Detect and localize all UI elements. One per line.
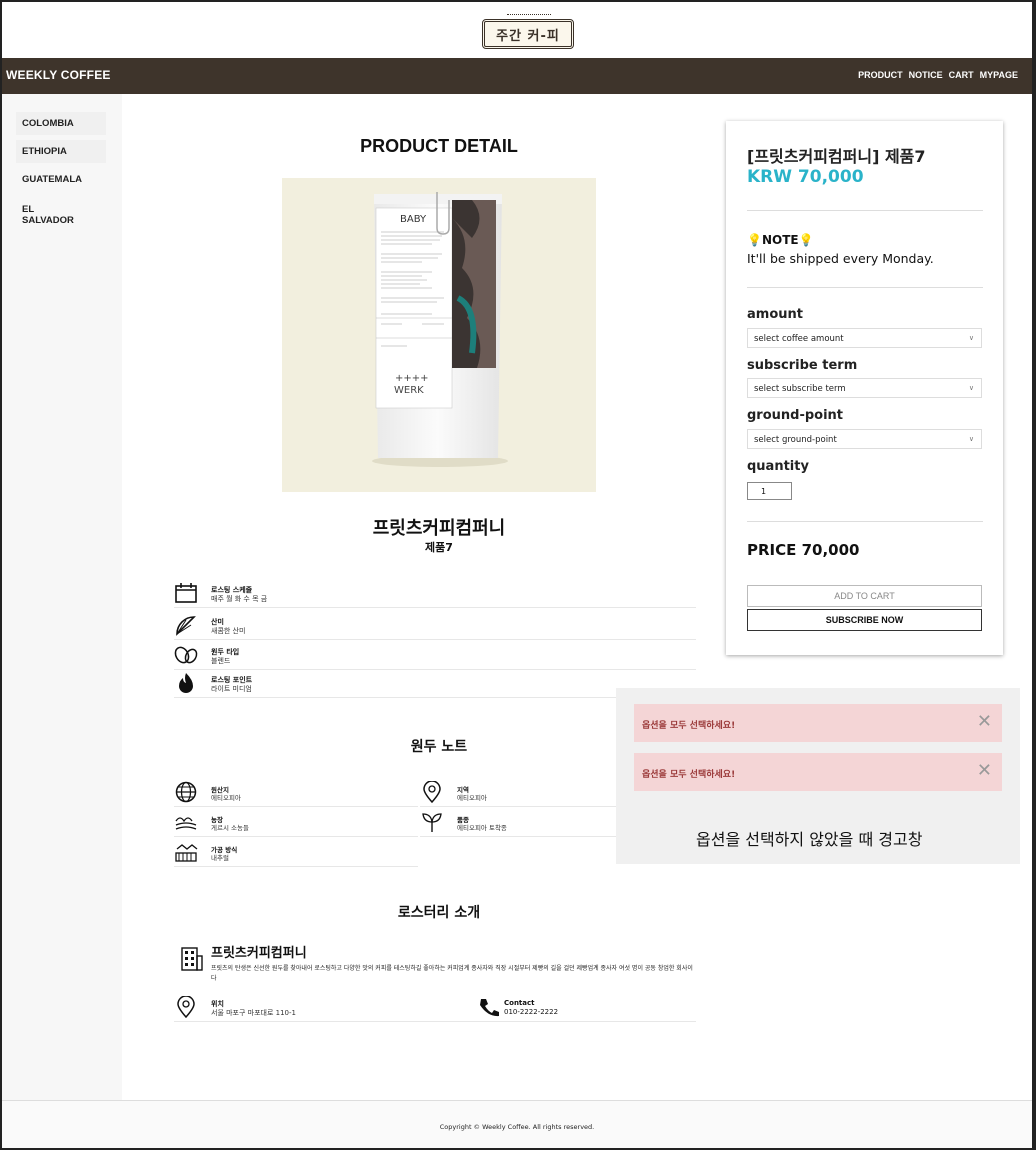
- svg-text:WERK: WERK: [394, 385, 424, 396]
- note-value: 에티오피아: [211, 794, 241, 802]
- chevron-down-icon: ∨: [968, 334, 974, 342]
- sidebar-item-guatemala[interactable]: GUATEMALA: [16, 168, 106, 191]
- citrus-slice-icon: [176, 616, 196, 636]
- subscribe-term-label: subscribe term: [747, 358, 858, 373]
- close-icon[interactable]: ✕: [977, 761, 992, 781]
- contact-value: 010-2222-2222: [504, 1008, 559, 1016]
- note-value: 에티오피아: [457, 794, 487, 802]
- subscribe-term-select[interactable]: select subscribe term ∨: [747, 378, 982, 398]
- nav-links: PRODUCT NOTICE CART MYPAGE: [858, 70, 1018, 80]
- chevron-down-icon: ∨: [968, 384, 974, 392]
- lightbulb-icon: 💡: [747, 233, 762, 247]
- phone-icon: [480, 999, 499, 1017]
- bean-note-process: 가공 방식 내추럴: [174, 838, 418, 867]
- bean-note-title: 원두 노트: [410, 739, 468, 755]
- product-image: BABY ++++ WERK: [282, 178, 596, 492]
- footer: Copyright © Weekly Coffee. All rights re…: [2, 1100, 1032, 1148]
- note-value: 게르시 소농들: [211, 824, 249, 832]
- sidebar-item-el-salvador[interactable]: EL SALVADOR: [16, 198, 86, 232]
- roaster-section-title: 로스터리 소개: [397, 905, 481, 921]
- lightbulb-icon: 💡: [798, 233, 814, 247]
- divider: [747, 287, 983, 288]
- roaster-name: 프릿츠커피컴퍼니: [211, 946, 307, 961]
- site-logo-text: 주간 커-피: [496, 28, 560, 44]
- note-value: 에티오피아 토착종: [457, 824, 507, 832]
- divider: [747, 210, 983, 211]
- product-name: 프릿츠커피컴퍼니: [372, 518, 506, 539]
- building-icon: [181, 947, 203, 971]
- farm-icon: [175, 817, 197, 830]
- warning-alert: 옵션을 모두 선택하세요! ✕: [634, 753, 1002, 791]
- quantity-input[interactable]: 1: [747, 482, 792, 500]
- nav-link-notice[interactable]: NOTICE: [909, 70, 943, 80]
- shipping-note: It'll be shipped every Monday.: [747, 251, 934, 266]
- nav-link-product[interactable]: PRODUCT: [858, 70, 903, 80]
- contact-label: Contact: [504, 999, 535, 1007]
- brand-name[interactable]: WEEKLY COFFEE: [6, 68, 111, 82]
- site-logo[interactable]: 주간 커-피: [482, 14, 574, 49]
- alert-message: 옵션을 모두 선택하세요!: [642, 721, 736, 731]
- chevron-down-icon: ∨: [968, 435, 974, 443]
- sidebar-item-ethiopia[interactable]: ETHIOPIA: [16, 140, 106, 163]
- bean-note-origin: 원산지 에티오피아: [174, 778, 418, 807]
- roast-fire-icon: [179, 673, 193, 693]
- info-value: 매주 월 화 수 목 금: [211, 595, 268, 603]
- warning-alert: 옵션을 모두 선택하세요! ✕: [634, 704, 1002, 742]
- amount-label: amount: [747, 307, 803, 322]
- total-price: PRICE 70,000: [747, 541, 860, 559]
- note-value: 내추럴: [211, 854, 229, 862]
- nav-link-mypage[interactable]: MYPAGE: [980, 70, 1018, 80]
- roaster-description: 프릿츠의 탄생은 신선한 원두를 찾아내어 로스팅하고 다양한 맛의 커피를 테…: [211, 965, 693, 982]
- sprout-icon: [422, 813, 442, 832]
- calendar-icon: [175, 583, 197, 603]
- beans-icon: [174, 646, 198, 664]
- sidebar-item-colombia[interactable]: COLOMBIA: [16, 112, 106, 135]
- alert-demo-area: 옵션을 모두 선택하세요! ✕ 옵션을 모두 선택하세요! ✕ 옵션을 선택하지…: [616, 688, 1020, 864]
- quantity-label: quantity: [747, 459, 809, 474]
- coffee-bag-illustration: BABY ++++ WERK: [372, 192, 508, 467]
- info-value: 라이트 미디엄: [211, 685, 252, 693]
- info-row-acidity: 산미 새콤한 산미: [174, 612, 696, 640]
- copyright-text: Copyright © Weekly Coffee. All rights re…: [439, 1123, 595, 1131]
- ground-point-select[interactable]: select ground-point ∨: [747, 429, 982, 449]
- logo-bar: 주간 커-피: [2, 2, 1032, 58]
- panel-price: KRW 70,000: [747, 167, 864, 187]
- globe-icon: [175, 781, 197, 803]
- bean-note-farm: 농장 게르시 소농들: [174, 808, 418, 837]
- alert-message: 옵션을 모두 선택하세요!: [642, 770, 736, 780]
- location-value: 서울 마포구 마포대로 110-1: [211, 1009, 296, 1017]
- location-pin-icon: [423, 781, 441, 803]
- info-row-bean-type: 원두 타입 블렌드: [174, 642, 696, 670]
- panel-product-title: [프릿츠커피컴퍼니] 제품7: [747, 147, 926, 166]
- info-value: 블렌드: [211, 657, 231, 665]
- top-navigation: WEEKLY COFFEE PRODUCT NOTICE CART MYPAGE: [2, 58, 1032, 94]
- product-subtitle: 제품7: [425, 541, 453, 554]
- alert-caption: 옵션을 선택하지 않았을 때 경고창: [696, 830, 923, 849]
- page-title: PRODUCT DETAIL: [360, 136, 518, 156]
- ground-point-label: ground-point: [747, 408, 844, 423]
- svg-text:++++: ++++: [395, 373, 429, 384]
- location-pin-icon: [177, 996, 195, 1018]
- info-row-roasting-schedule: 로스팅 스케줄 매주 월 화 수 목 금: [174, 580, 696, 608]
- process-icon: [175, 844, 198, 862]
- amount-select[interactable]: select coffee amount ∨: [747, 328, 982, 348]
- category-sidebar: COLOMBIA ETHIOPIA GUATEMALA EL SALVADOR: [2, 94, 122, 1100]
- add-to-cart-button[interactable]: ADD TO CART: [747, 585, 982, 607]
- purchase-panel: [프릿츠커피컴퍼니] 제품7 KRW 70,000 💡NOTE💡 It'll b…: [726, 121, 1003, 655]
- bag-brand: BABY: [400, 214, 427, 225]
- roaster-contact-row: 위치 서울 마포구 마포대로 110-1 Contact 010-2222-22…: [174, 994, 696, 1022]
- info-value: 새콤한 산미: [211, 627, 246, 635]
- close-icon[interactable]: ✕: [977, 712, 992, 732]
- divider: [747, 521, 983, 522]
- note-heading: 💡NOTE💡: [747, 233, 814, 247]
- subscribe-now-button[interactable]: SUBSCRIBE NOW: [747, 609, 982, 631]
- page-frame: 주간 커-피 WEEKLY COFFEE PRODUCT NOTICE CART…: [0, 0, 1036, 1150]
- nav-link-cart[interactable]: CART: [949, 70, 974, 80]
